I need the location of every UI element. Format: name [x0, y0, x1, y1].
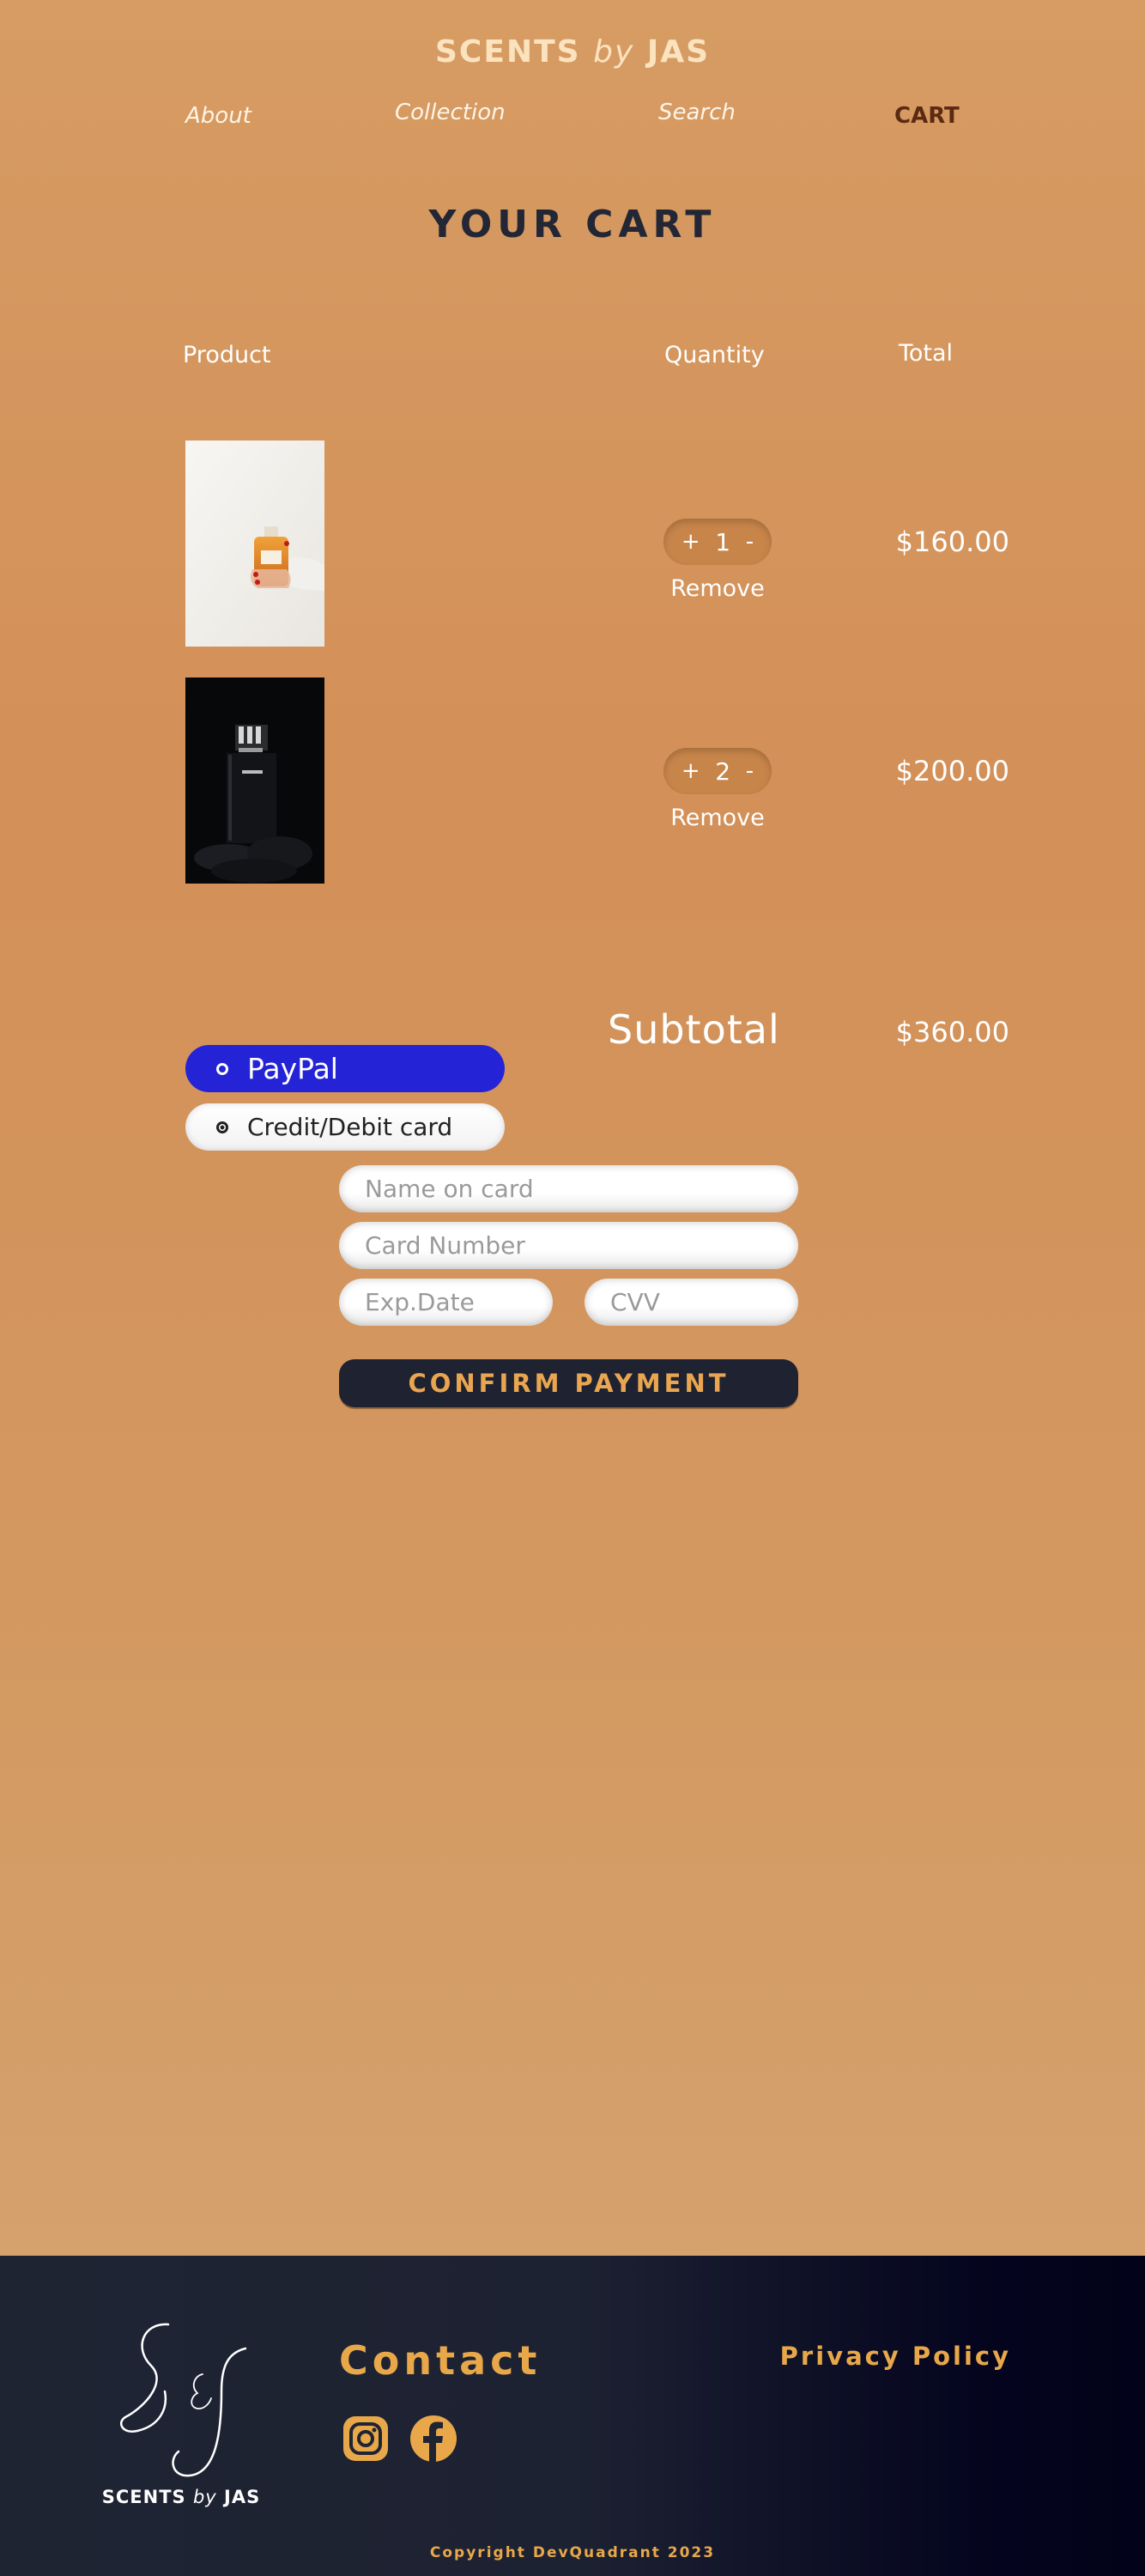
quantity-stepper-2: + 2 -: [663, 748, 772, 794]
brand-name: JAS: [646, 34, 710, 70]
footer-logo-main: SCENTS: [101, 2487, 186, 2507]
exp-date-field[interactable]: [339, 1279, 553, 1326]
cvv-field[interactable]: [585, 1279, 798, 1326]
nav-collection[interactable]: Collection: [395, 100, 506, 125]
card-radio[interactable]: [216, 1121, 228, 1133]
footer-logo-text: SCENTS by JAS: [89, 2487, 273, 2507]
column-header-product: Product: [183, 342, 271, 368]
increase-button-2[interactable]: +: [682, 758, 700, 784]
page-background: SCENTS by JAS About Collection Search CA…: [0, 0, 1145, 2256]
paypal-option[interactable]: PayPal: [185, 1045, 505, 1092]
paypal-label: PayPal: [247, 1052, 338, 1085]
decrease-button-1[interactable]: -: [746, 529, 754, 555]
remove-link-2[interactable]: Remove: [663, 805, 772, 831]
nav-cart[interactable]: CART: [894, 103, 960, 129]
name-on-card-field[interactable]: [339, 1165, 798, 1212]
quantity-value-2: 2: [715, 756, 731, 786]
sj-monogram-logo[interactable]: [108, 2314, 254, 2486]
subtotal-value: $360.00: [895, 1016, 1009, 1048]
column-header-total: Total: [899, 340, 954, 367]
page-title: YOUR CART: [428, 203, 717, 246]
subtotal-label: Subtotal: [608, 1006, 780, 1053]
quantity-stepper-1: + 1 -: [663, 519, 772, 565]
line-total-2: $200.00: [895, 755, 1009, 787]
footer-logo-name: JAS: [224, 2487, 261, 2507]
line-total-1: $160.00: [895, 526, 1009, 558]
paypal-radio[interactable]: [216, 1062, 228, 1075]
quantity-value-1: 1: [715, 527, 731, 556]
product-image-2[interactable]: [185, 677, 324, 884]
footer-logo-by: by: [192, 2487, 217, 2507]
nav-search[interactable]: Search: [658, 100, 736, 125]
contact-heading: Contact: [339, 2337, 542, 2384]
decrease-button-2[interactable]: -: [746, 758, 754, 784]
card-number-field[interactable]: [339, 1222, 798, 1269]
brand-by: by: [593, 34, 635, 70]
nav-about[interactable]: About: [185, 103, 251, 129]
column-header-quantity: Quantity: [664, 342, 765, 368]
confirm-payment-button[interactable]: CONFIRM PAYMENT: [339, 1359, 798, 1407]
card-label: Credit/Debit card: [247, 1113, 453, 1141]
copyright-text: Copyright DevQuadrant 2023: [429, 2544, 716, 2561]
privacy-policy-link[interactable]: Privacy Policy: [780, 2342, 1011, 2371]
brand-main: SCENTS: [435, 34, 581, 70]
increase-button-1[interactable]: +: [682, 529, 700, 555]
facebook-icon[interactable]: [409, 2414, 458, 2464]
brand-logo[interactable]: SCENTS by JAS: [0, 34, 1145, 70]
card-option[interactable]: Credit/Debit card: [185, 1103, 505, 1151]
product-image-1[interactable]: [185, 440, 324, 647]
instagram-icon[interactable]: [341, 2414, 391, 2464]
remove-link-1[interactable]: Remove: [663, 575, 772, 602]
